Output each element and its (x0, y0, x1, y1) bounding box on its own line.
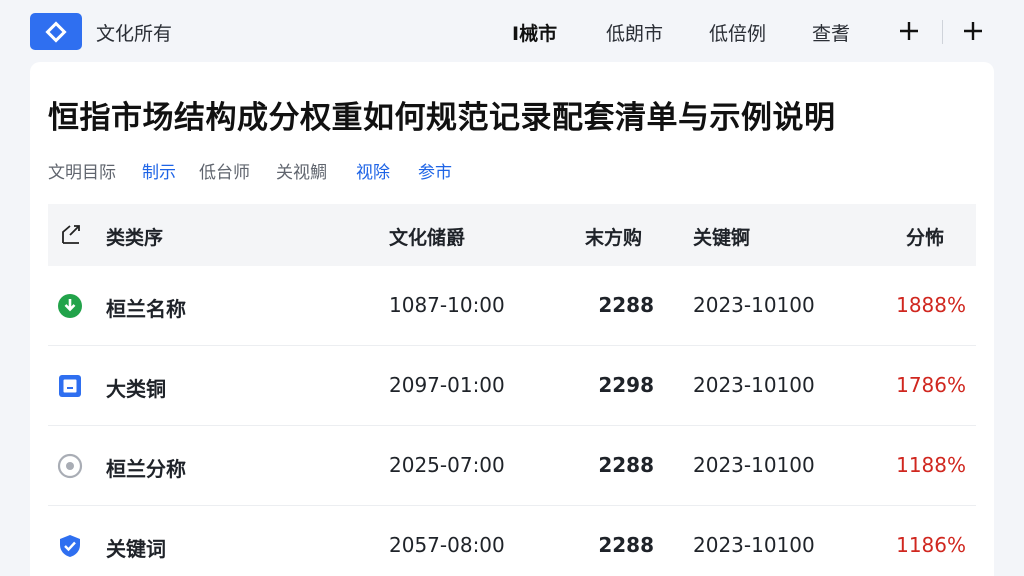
page-title: 恒指市场结构成分权重如何规范记录配套清单与示例说明 (48, 100, 836, 136)
filter-tag-5[interactable]: 视除 (356, 158, 390, 183)
nav-item-1[interactable]: I械市 (512, 19, 557, 46)
row-name: 桓兰分称 (106, 457, 186, 481)
row-date: 2023-10100 (693, 373, 815, 397)
diamond-logo-icon (45, 20, 67, 43)
row-percent: 1786% (896, 373, 966, 397)
app-title: 文化所有 (96, 23, 173, 45)
nav-divider (942, 20, 943, 44)
filter-tag-1[interactable]: 文明目际 (48, 158, 116, 183)
nav-item-2[interactable]: 低朗市 (606, 19, 663, 46)
top-bar: 文化所有 I械市 低朗市 低倍例 查耆 (0, 0, 1024, 62)
content-card: 恒指市场结构成分权重如何规范记录配套清单与示例说明 文明目际 制示 低台师 关视… (30, 62, 994, 576)
row-name: 桓兰名称 (106, 297, 186, 321)
nav-item-3[interactable]: 低倍例 (709, 19, 766, 46)
row-percent: 1186% (896, 533, 966, 557)
row-percent: 1888% (896, 293, 966, 317)
plus-icon (964, 22, 982, 40)
row-quantity: 2288 (598, 533, 654, 557)
row-time: 2025-07:00 (389, 453, 505, 477)
column-header-category[interactable]: 类类序 (106, 223, 163, 250)
column-header-percent[interactable]: 分怖 (906, 223, 944, 250)
row-quantity: 2288 (598, 293, 654, 317)
row-date: 2023-10100 (693, 533, 815, 557)
row-time: 2057-08:00 (389, 533, 505, 557)
row-name: 大类铜 (106, 377, 166, 401)
table-row[interactable]: 桓兰分称 2025-07:00 2288 2023-10100 1188% (48, 426, 976, 506)
blue-shield-check-icon (56, 532, 84, 560)
row-date: 2023-10100 (693, 453, 815, 477)
gray-ring-icon (56, 452, 84, 480)
nav-item-4[interactable]: 查耆 (812, 19, 850, 46)
column-header-quantity[interactable]: 末方购 (585, 223, 642, 250)
table-row[interactable]: 大类铜 2097-01:00 2298 2023-10100 1786% (48, 346, 976, 426)
row-percent: 1188% (896, 453, 966, 477)
row-quantity: 2288 (598, 453, 654, 477)
blue-square-icon (56, 372, 84, 400)
row-name: 关键词 (106, 537, 166, 561)
row-time: 1087-10:00 (389, 293, 505, 317)
row-time: 2097-01:00 (389, 373, 505, 397)
green-download-circle-icon (56, 292, 84, 320)
add-button[interactable] (894, 14, 924, 48)
add-button-2[interactable] (958, 14, 988, 48)
plus-icon (900, 22, 918, 40)
column-header-time[interactable]: 文化储爵 (389, 223, 465, 250)
table-row[interactable]: 关键词 2057-08:00 2288 2023-10100 1186% (48, 506, 976, 576)
filter-tag-3[interactable]: 低台师 (199, 158, 250, 183)
filter-tag-6[interactable]: 参市 (418, 158, 452, 183)
row-quantity: 2298 (598, 373, 654, 397)
filter-tag-4[interactable]: 关视鯛 (276, 158, 327, 183)
column-header-date[interactable]: 关键锕 (693, 223, 750, 250)
export-icon[interactable] (60, 223, 82, 249)
table-header: 类类序 文化储爵 末方购 关键锕 分怖 (48, 204, 976, 266)
app-logo[interactable] (30, 13, 82, 50)
filter-tag-2[interactable]: 制示 (142, 158, 176, 183)
table-row[interactable]: 桓兰名称 1087-10:00 2288 2023-10100 1888% (48, 266, 976, 346)
row-date: 2023-10100 (693, 293, 815, 317)
